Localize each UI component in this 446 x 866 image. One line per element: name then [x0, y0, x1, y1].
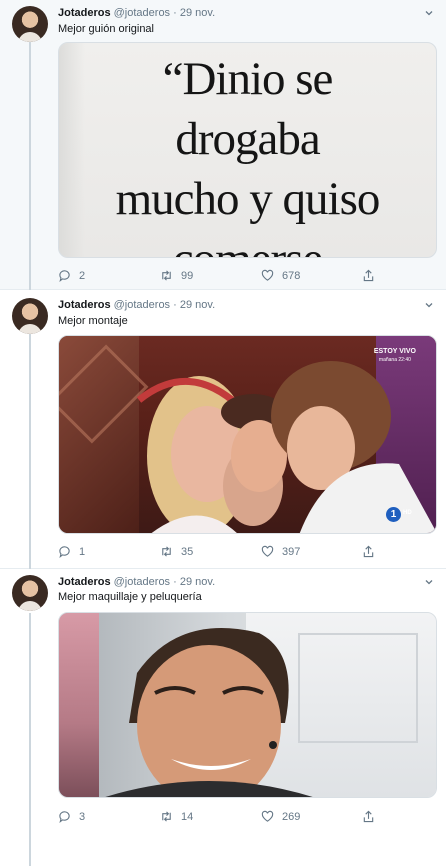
channel-number: 1: [386, 507, 401, 522]
tweet-actions: 3 14 269: [58, 810, 398, 824]
reply-button[interactable]: 3: [58, 810, 85, 823]
share-button[interactable]: [362, 269, 375, 282]
retweet-icon: [162, 811, 171, 822]
separator: ·: [173, 7, 177, 19]
tweet-header: Jotaderos @jotaderos · 29 nov.: [58, 576, 215, 588]
reply-button[interactable]: 2: [58, 269, 85, 282]
retweet-count: 99: [181, 269, 194, 282]
tweet-date[interactable]: 29 nov.: [180, 7, 215, 19]
heart-icon: [261, 810, 274, 822]
tweet-text: Mejor guión original: [58, 23, 154, 35]
photo-scene: [136, 361, 436, 533]
quote-line: drogaba: [175, 113, 320, 165]
retweet-button[interactable]: 14: [160, 810, 193, 823]
thread-line: [29, 334, 31, 569]
reply-count: 3: [79, 810, 86, 823]
retweet-count: 14: [181, 810, 194, 823]
retweet-button[interactable]: 99: [160, 269, 193, 282]
tweet-header: Jotaderos @jotaderos · 29 nov.: [58, 299, 215, 311]
heart-icon: [261, 269, 274, 281]
user-handle[interactable]: @jotaderos: [114, 299, 170, 311]
tweet-text: Mejor montaje: [58, 315, 128, 327]
like-button[interactable]: 269: [261, 810, 300, 823]
tweet-media-image[interactable]: [58, 612, 437, 798]
display-name[interactable]: Jotaderos: [58, 299, 111, 311]
tweet[interactable]: Jotaderos @jotaderos · 29 nov. Mejor gui…: [0, 0, 446, 290]
like-button[interactable]: 397: [261, 545, 300, 558]
tweet-text: Mejor maquillaje y peluquería: [58, 591, 202, 603]
tweet-date[interactable]: 29 nov.: [180, 299, 215, 311]
photo-portrait: [105, 628, 313, 797]
tweet[interactable]: Jotaderos @jotaderos · 29 nov. Mejor maq…: [0, 569, 446, 866]
share-button[interactable]: [362, 810, 375, 823]
retweet-icon: [162, 270, 171, 281]
display-name[interactable]: Jotaderos: [58, 7, 111, 19]
tweet-actions: 2 99 678: [58, 269, 398, 283]
reply-button[interactable]: 1: [58, 545, 85, 558]
tv-badge-title: ESTOY VIVO: [373, 348, 416, 355]
avatar[interactable]: [12, 298, 48, 334]
thread-line: [29, 613, 31, 866]
chevron-down-icon[interactable]: [424, 577, 434, 587]
share-icon: [363, 545, 374, 558]
separator: ·: [173, 299, 177, 311]
share-button[interactable]: [362, 545, 375, 558]
reply-icon: [59, 546, 70, 558]
share-icon: [363, 269, 374, 282]
tweet[interactable]: Jotaderos @jotaderos · 29 nov. Mejor mon…: [0, 290, 446, 569]
channel-logo: 1 HD: [386, 504, 416, 524]
quote-line: “Dinio se: [162, 53, 334, 105]
user-handle[interactable]: @jotaderos: [114, 7, 170, 19]
retweet-button[interactable]: 35: [160, 545, 193, 558]
reply-icon: [59, 811, 70, 823]
retweet-count: 35: [181, 545, 194, 558]
user-handle[interactable]: @jotaderos: [114, 576, 170, 588]
tv-badge-subtitle: mañana 22:40: [378, 357, 411, 363]
share-icon: [363, 810, 374, 823]
tweet-header: Jotaderos @jotaderos · 29 nov.: [58, 7, 215, 19]
tweet-media-image[interactable]: “Dinio se drogaba mucho y quiso comerse: [58, 42, 437, 258]
separator: ·: [173, 576, 177, 588]
like-count: 678: [282, 269, 301, 282]
thread-line: [29, 42, 31, 290]
chevron-down-icon[interactable]: [424, 8, 434, 18]
retweet-icon: [162, 546, 171, 557]
like-count: 397: [282, 545, 301, 558]
reply-icon: [59, 270, 70, 282]
like-count: 269: [282, 810, 301, 823]
tweet-media-image[interactable]: ESTOY VIVO mañana 22:40 1 HD: [58, 335, 437, 534]
display-name[interactable]: Jotaderos: [58, 576, 111, 588]
tweet-actions: 1 35 397: [58, 545, 398, 559]
tweet-date[interactable]: 29 nov.: [180, 576, 215, 588]
heart-icon: [261, 545, 274, 557]
chevron-down-icon[interactable]: [424, 300, 434, 310]
hd-label: HD: [403, 510, 412, 516]
quote-line: mucho y quiso: [115, 173, 381, 225]
quote-line: comerse: [59, 229, 436, 257]
tv-badge: ESTOY VIVO mañana 22:40: [374, 348, 416, 364]
avatar[interactable]: [12, 575, 48, 611]
like-button[interactable]: 678: [261, 269, 300, 282]
newspaper-quote: “Dinio se drogaba mucho y quiso comerse: [59, 49, 436, 257]
avatar[interactable]: [12, 6, 48, 42]
reply-count: 2: [79, 269, 86, 282]
reply-count: 1: [79, 545, 86, 558]
